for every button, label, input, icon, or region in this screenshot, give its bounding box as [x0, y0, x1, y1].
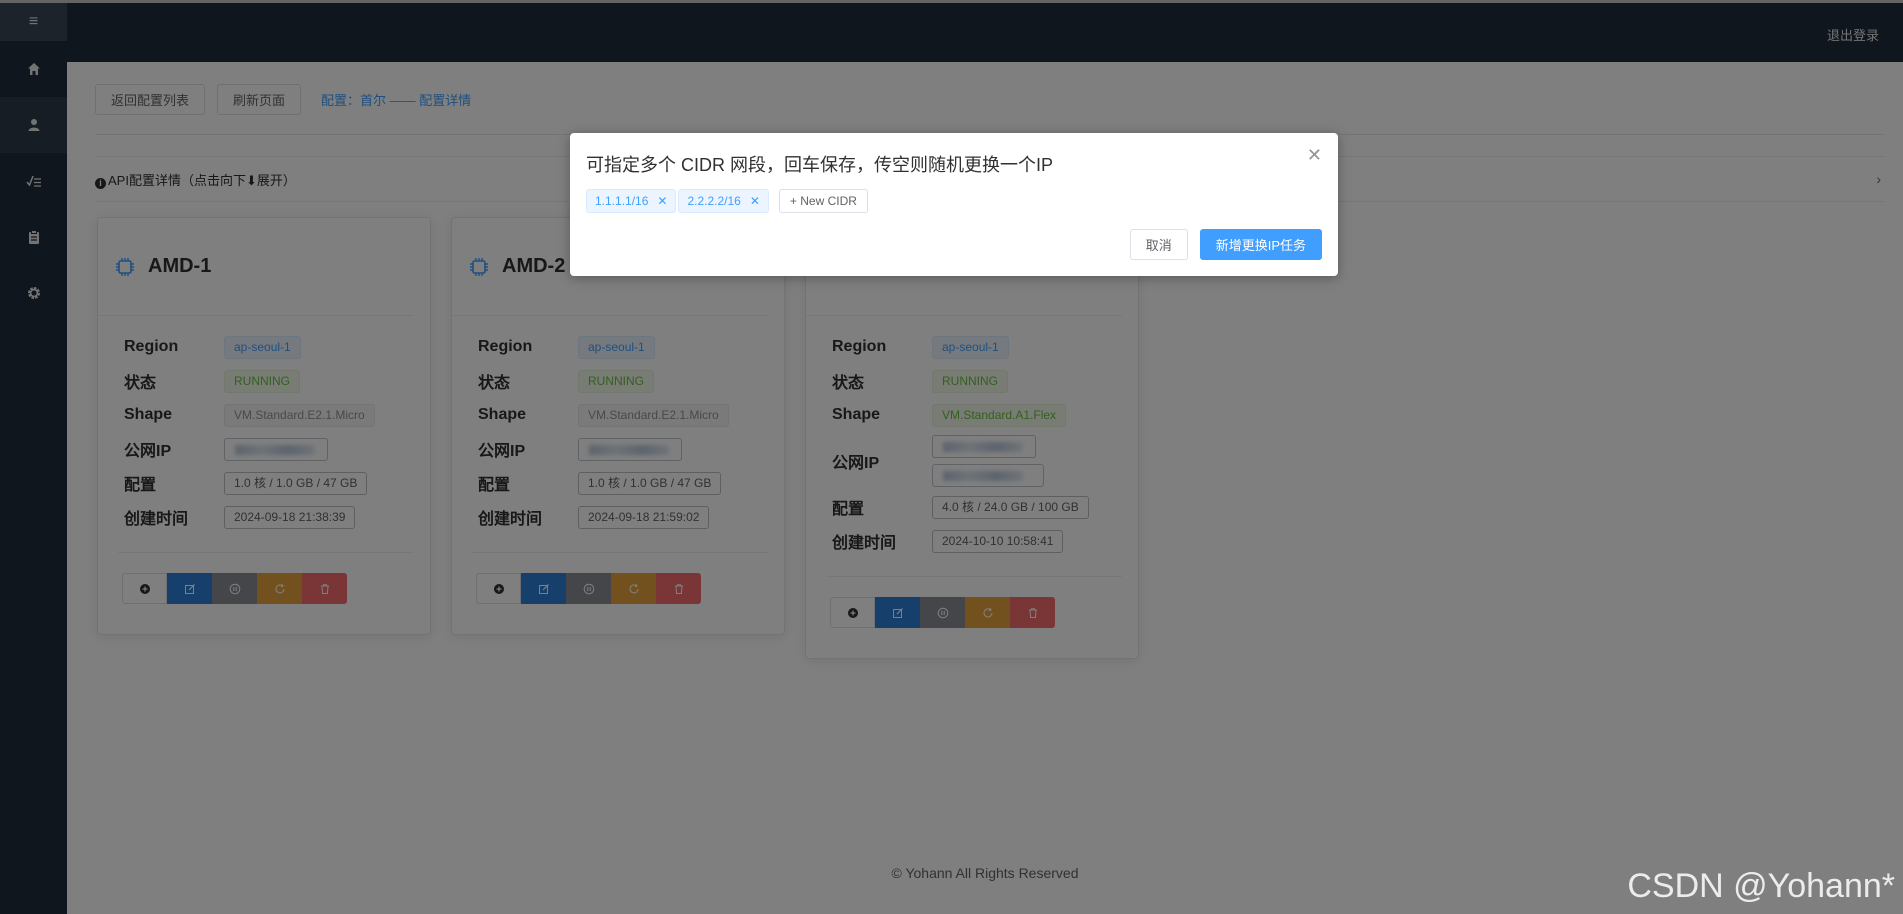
cancel-button[interactable]: 取消: [1129, 229, 1188, 260]
cidr-tag-list: 1.1.1.1/16 ✕ 2.2.2.2/16 ✕ + New CIDR: [586, 189, 868, 213]
new-cidr-button[interactable]: + New CIDR: [778, 189, 868, 213]
change-ip-dialog: 可指定多个 CIDR 网段，回车保存，传空则随机更换一个IP ✕ 1.1.1.1…: [570, 133, 1338, 276]
close-icon[interactable]: ✕: [1307, 145, 1322, 166]
add-change-ip-task-button[interactable]: 新增更换IP任务: [1199, 229, 1322, 260]
cidr-tag: 1.1.1.1/16 ✕: [586, 189, 677, 213]
dialog-title: 可指定多个 CIDR 网段，回车保存，传空则随机更换一个IP: [586, 155, 1054, 175]
tag-close-icon[interactable]: ✕: [657, 194, 667, 208]
watermark: CSDN @Yohann*: [1627, 867, 1895, 905]
tag-close-icon[interactable]: ✕: [750, 194, 760, 208]
cidr-tag: 2.2.2.2/16 ✕: [678, 189, 769, 213]
dialog-footer: 取消 新增更换IP任务: [1129, 229, 1322, 260]
